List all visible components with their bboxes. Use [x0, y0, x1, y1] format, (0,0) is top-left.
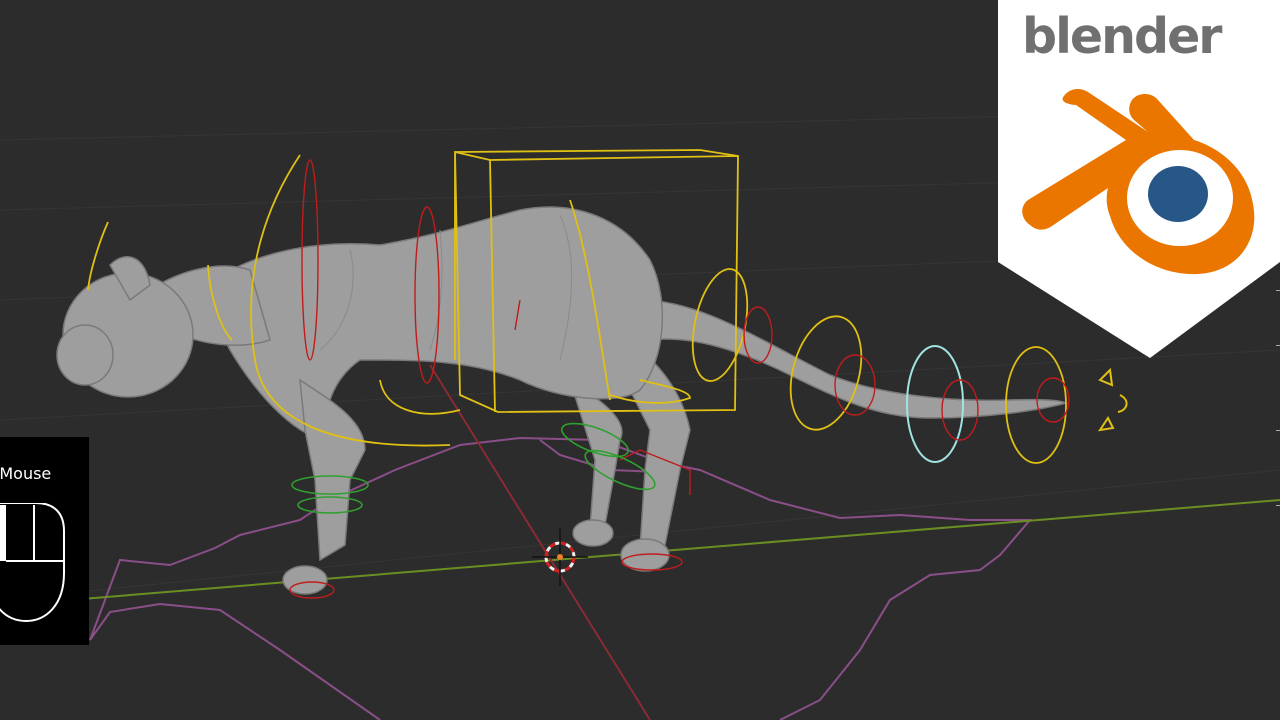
cat-front-leg	[299, 378, 366, 562]
mouse-icon	[0, 503, 65, 623]
mouse-overlay-label: t Mouse	[0, 464, 52, 483]
edge-tick	[1276, 430, 1280, 431]
edge-tick	[1276, 290, 1280, 291]
blender-3d-viewport-screenshot: t Mouse blender	[0, 0, 1280, 720]
blender-wordmark: blender	[1022, 8, 1222, 65]
cat-muzzle	[56, 324, 114, 386]
x-axis-line	[69, 499, 1280, 601]
cat-back-paw-2	[572, 519, 614, 547]
edge-tick	[1276, 505, 1280, 506]
rig-controls-red[interactable]	[289, 159, 1070, 599]
tail-tip-arrows[interactable]	[1097, 367, 1128, 432]
edge-tick	[1276, 345, 1280, 346]
mouse-input-overlay: t Mouse	[0, 437, 89, 645]
